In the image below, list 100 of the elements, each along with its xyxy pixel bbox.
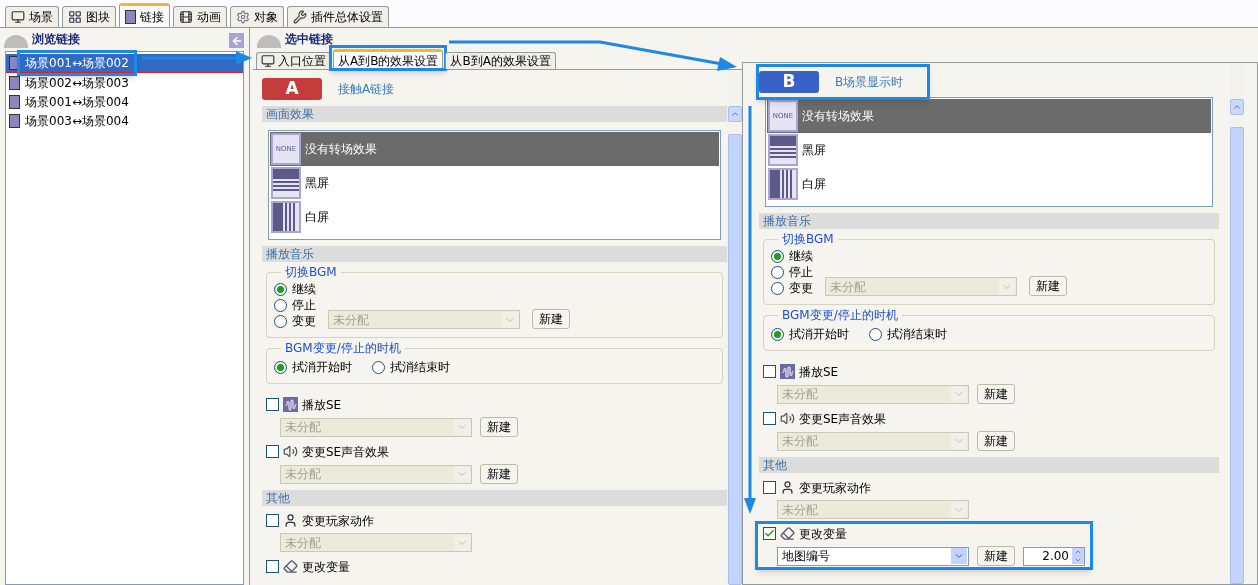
- radio-button[interactable]: [771, 281, 784, 295]
- option-label: 变更: [292, 313, 316, 330]
- chevron-up-icon: [729, 109, 740, 119]
- vertical-stripes-thumbnail: [768, 168, 798, 200]
- new-button[interactable]: 新建: [977, 384, 1015, 404]
- radio-button[interactable]: [274, 282, 287, 296]
- checkbox[interactable]: [763, 412, 776, 425]
- waveform-icon: [283, 397, 298, 412]
- group-title: 切换BGM: [281, 265, 341, 279]
- tab[interactable]: 对象: [230, 6, 284, 27]
- chevron-down-icon: [951, 433, 967, 449]
- checkbox[interactable]: [266, 398, 279, 411]
- door-icon: [9, 56, 20, 70]
- tab[interactable]: 入口位置: [256, 52, 331, 69]
- check-icon: [764, 528, 775, 539]
- section-header: 播放音乐: [262, 246, 727, 262]
- dropdown[interactable]: 地图编号: [777, 546, 969, 566]
- option-label: 变更玩家动作: [799, 479, 871, 497]
- monitor-icon: [261, 54, 275, 68]
- film-icon: [179, 10, 193, 24]
- radio-button[interactable]: [869, 327, 882, 341]
- new-button[interactable]: 新建: [480, 417, 518, 437]
- new-button[interactable]: 新建: [977, 546, 1015, 566]
- new-button[interactable]: 新建: [532, 309, 570, 329]
- radio-button[interactable]: [274, 360, 287, 374]
- wrench-icon: [293, 10, 307, 24]
- section-header: 其他: [262, 490, 727, 506]
- group-title: BGM变更/停止的时机: [281, 341, 405, 355]
- radio-button[interactable]: [771, 265, 784, 279]
- chevron-down-icon: [951, 548, 967, 564]
- group-title: 切换BGM: [778, 232, 838, 246]
- new-button[interactable]: 新建: [977, 431, 1015, 451]
- checkbox[interactable]: [266, 514, 279, 527]
- panel-title: 选中链接: [285, 31, 333, 48]
- checkbox[interactable]: [763, 527, 776, 540]
- door-icon: [9, 94, 20, 109]
- panel-title: 浏览链接: [32, 31, 80, 48]
- option-label: 拭消结束时: [390, 359, 450, 376]
- waveform-icon: [780, 364, 795, 379]
- option-label: 变更玩家动作: [302, 512, 374, 530]
- radio-button[interactable]: [274, 298, 287, 312]
- radio-button[interactable]: [274, 314, 287, 328]
- tab[interactable]: 场景: [5, 6, 59, 27]
- door-icon: [9, 113, 20, 128]
- checkbox[interactable]: [266, 560, 279, 573]
- option-label: 变更SE声音效果: [302, 443, 390, 461]
- checkbox[interactable]: [763, 481, 776, 494]
- tab[interactable]: 链接: [119, 3, 170, 27]
- tab[interactable]: 图块: [62, 6, 116, 27]
- checkbox[interactable]: [763, 365, 776, 378]
- panel-subtitle: B场景显示时: [835, 74, 904, 91]
- option-label: 变更: [789, 280, 813, 297]
- new-button[interactable]: 新建: [1029, 276, 1067, 296]
- horizontal-stripes-thumbnail: [768, 134, 798, 166]
- monitor-icon: [11, 10, 25, 24]
- vertical-stripes-thumbnail: [271, 201, 301, 233]
- option-label: 拭消结束时: [887, 326, 947, 343]
- tab[interactable]: 从A到B的效果设置: [333, 49, 444, 69]
- option-label: 拭消开始时: [292, 359, 352, 376]
- checkbox[interactable]: [266, 445, 279, 458]
- eraser-icon: [780, 526, 795, 541]
- gear-icon: [236, 10, 250, 24]
- chevron-down-icon: [502, 311, 518, 328]
- option-label: 更改变量: [799, 525, 847, 543]
- option-label: 停止: [789, 264, 813, 281]
- option-label: 更改变量: [302, 558, 350, 576]
- option-label: 停止: [292, 297, 316, 314]
- new-button[interactable]: 新建: [480, 464, 518, 484]
- option-label: 继续: [789, 248, 813, 265]
- section-header: 播放音乐: [759, 213, 1219, 229]
- badge: A: [262, 78, 322, 100]
- section-header: 画面效果: [262, 106, 727, 122]
- option-label: 播放SE: [302, 396, 342, 414]
- grid-icon: [68, 10, 82, 24]
- tab[interactable]: 从B到A的效果设置: [445, 52, 556, 69]
- group-title: BGM变更/停止的时机: [778, 308, 902, 322]
- badge: B: [759, 71, 819, 93]
- option-label: 继续: [292, 281, 316, 298]
- door-icon: [125, 9, 136, 24]
- door-icon: [9, 75, 20, 90]
- radio-button[interactable]: [372, 360, 385, 374]
- option-label: 拭消开始时: [789, 326, 849, 343]
- chevron-down-icon: [951, 501, 967, 518]
- horizontal-stripes-thumbnail: [271, 167, 301, 199]
- speaker-icon: [283, 444, 298, 459]
- radio-button[interactable]: [771, 249, 784, 263]
- panel-subtitle: 接触A链接: [338, 81, 395, 98]
- tab[interactable]: 插件总体设置: [287, 6, 389, 27]
- chevron-down-icon: [951, 386, 967, 402]
- speaker-icon: [780, 411, 795, 426]
- tab[interactable]: 动画: [173, 6, 227, 27]
- eraser-icon: [283, 559, 298, 574]
- chevron-down-icon: [454, 466, 470, 482]
- person-icon: [283, 513, 298, 528]
- option-label: 变更SE声音效果: [799, 410, 887, 428]
- chevron-up-icon: [1231, 102, 1242, 112]
- option-label: 播放SE: [799, 363, 839, 381]
- number-spinner[interactable]: 2.00: [1023, 546, 1085, 566]
- person-icon: [780, 480, 795, 495]
- radio-button[interactable]: [771, 327, 784, 341]
